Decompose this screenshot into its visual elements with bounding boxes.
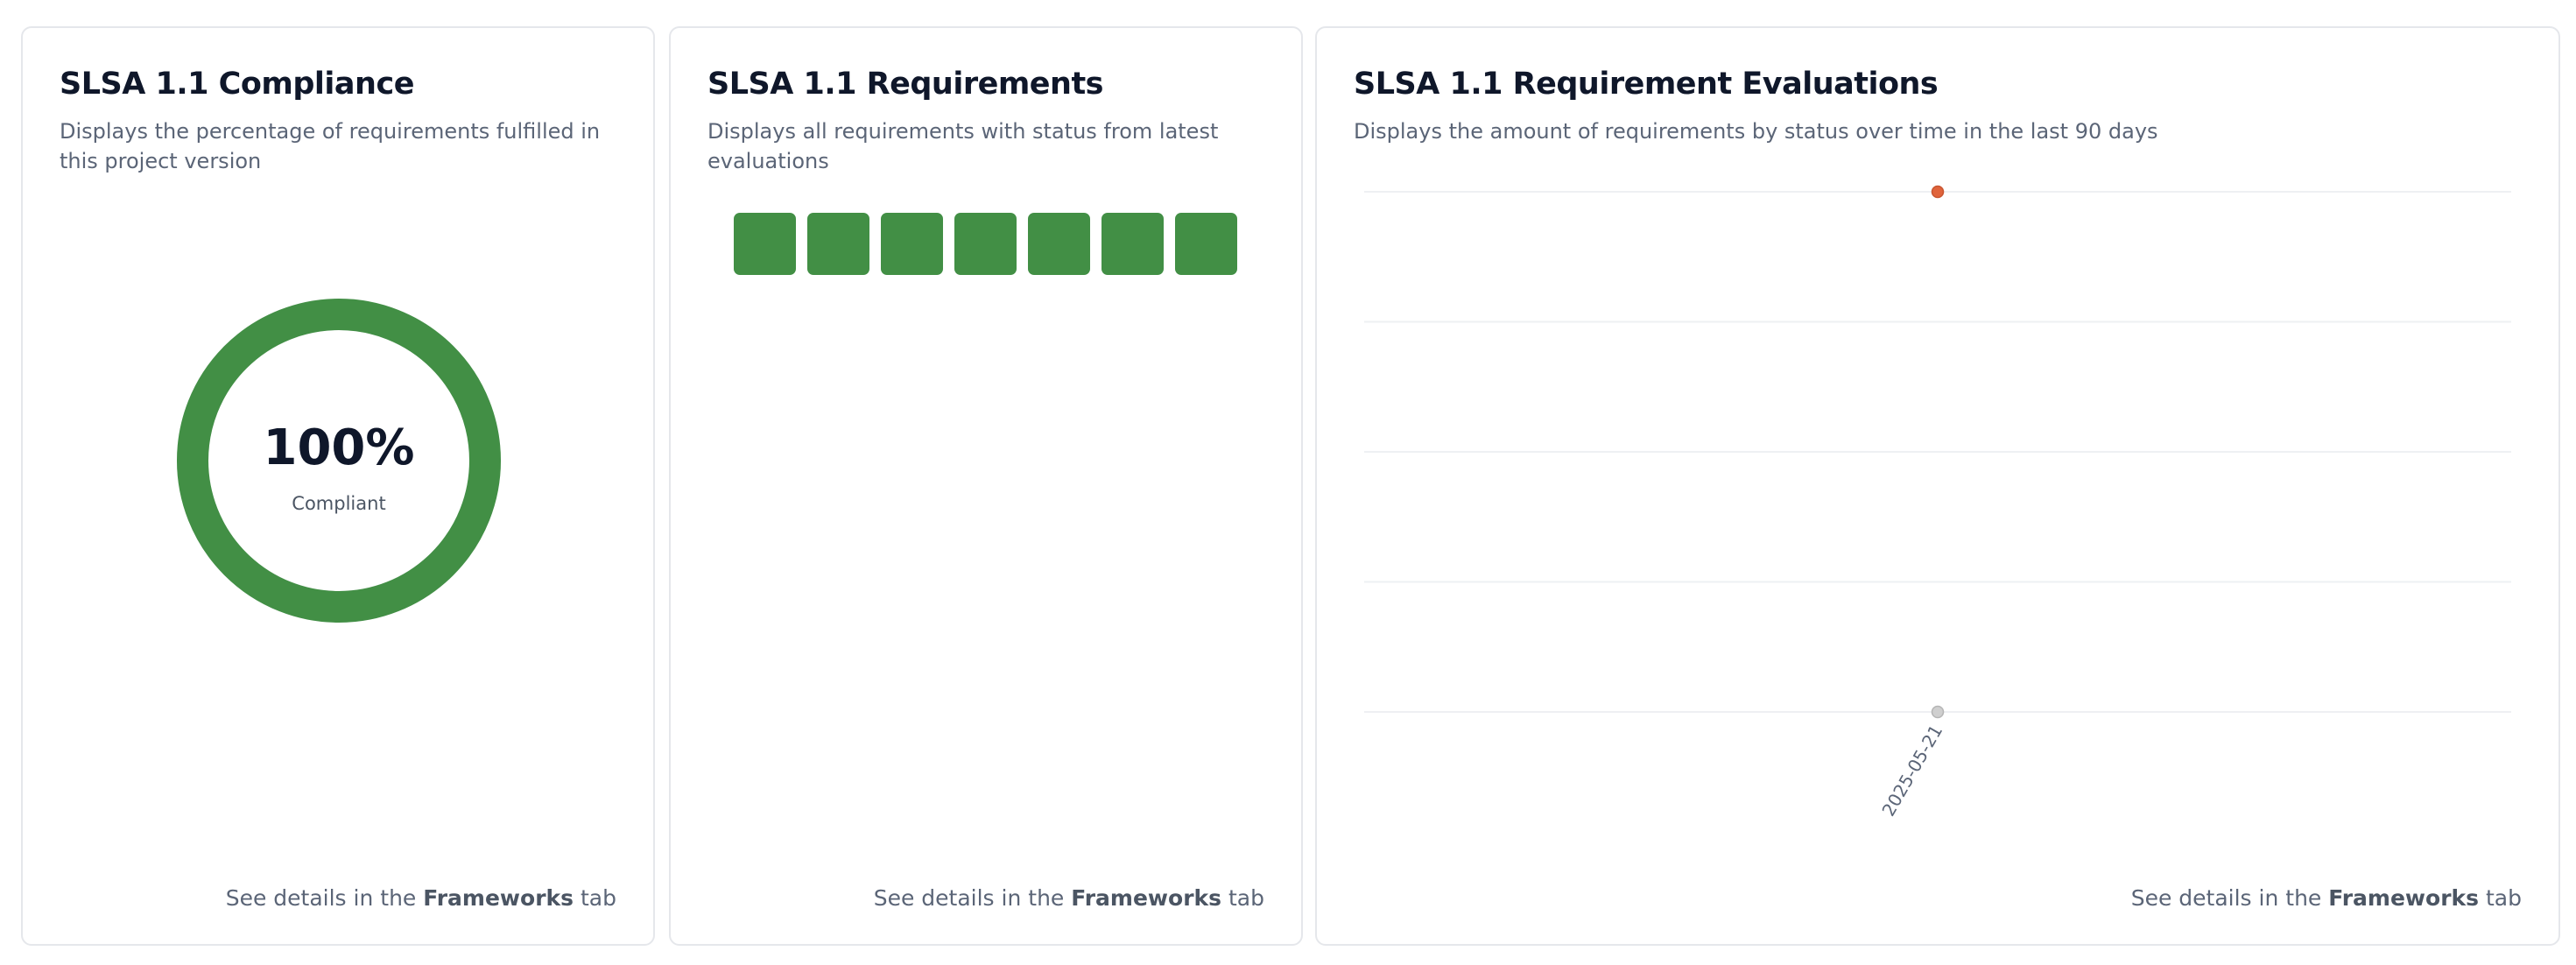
requirements-card: SLSA 1.1 Requirements Displays all requi… xyxy=(669,26,1303,946)
frameworks-tab-link[interactable]: Frameworks xyxy=(423,885,574,911)
requirement-square[interactable] xyxy=(807,213,869,275)
evaluations-card: SLSA 1.1 Requirement Evaluations Display… xyxy=(1315,26,2560,946)
compliance-donut-chart: 100% Compliant xyxy=(177,299,501,623)
footer-suffix: tab xyxy=(1221,885,1264,911)
footer-prefix: See details in the xyxy=(225,885,424,911)
requirement-square[interactable] xyxy=(1175,213,1237,275)
data-point[interactable] xyxy=(1931,705,1945,719)
data-point[interactable] xyxy=(1931,185,1945,199)
requirements-footer: See details in the Frameworks tab xyxy=(874,885,1264,911)
evaluations-line-chart: 2025-05-21 xyxy=(1364,185,2511,821)
footer-prefix: See details in the xyxy=(873,885,1072,911)
requirement-square[interactable] xyxy=(734,213,796,275)
frameworks-tab-link[interactable]: Frameworks xyxy=(1071,885,1221,911)
compliance-percent: 100% xyxy=(263,419,414,476)
compliance-card: SLSA 1.1 Compliance Displays the percent… xyxy=(21,26,655,946)
footer-suffix: tab xyxy=(2479,885,2522,911)
requirements-title: SLSA 1.1 Requirements xyxy=(707,67,1104,102)
requirement-square[interactable] xyxy=(1101,213,1164,275)
evaluations-footer: See details in the Frameworks tab xyxy=(2131,885,2522,911)
footer-suffix: tab xyxy=(574,885,616,911)
compliance-status-label: Compliant xyxy=(292,493,385,514)
footer-prefix: See details in the xyxy=(2130,885,2329,911)
x-tick-label: 2025-05-21 xyxy=(1877,722,1946,821)
requirement-square[interactable] xyxy=(881,213,943,275)
requirements-description: Displays all requirements with status fr… xyxy=(707,119,1219,173)
frameworks-tab-link[interactable]: Frameworks xyxy=(2328,885,2479,911)
compliance-footer: See details in the Frameworks tab xyxy=(226,885,616,911)
compliance-title: SLSA 1.1 Compliance xyxy=(60,67,414,102)
requirements-grid xyxy=(734,213,1237,275)
compliance-description: Displays the percentage of requirements … xyxy=(60,119,601,173)
requirement-square[interactable] xyxy=(1028,213,1090,275)
requirement-square[interactable] xyxy=(954,213,1017,275)
